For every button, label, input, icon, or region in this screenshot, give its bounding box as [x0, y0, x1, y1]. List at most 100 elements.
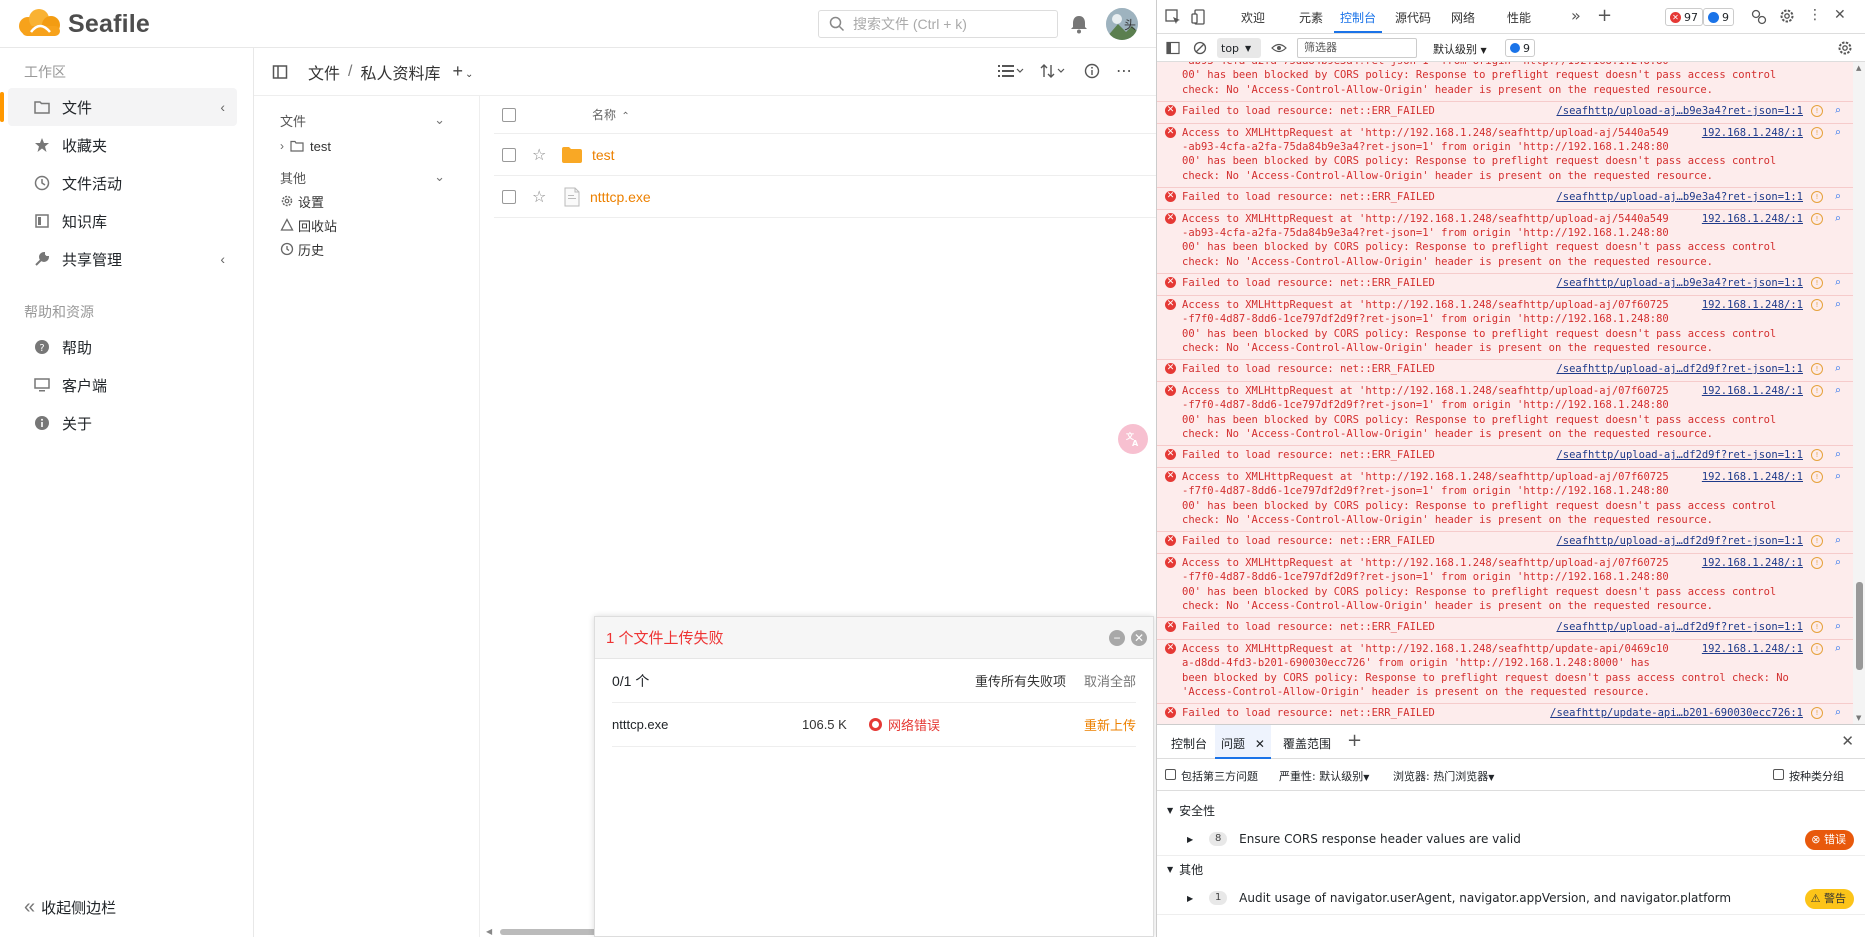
- ai-explain-icon[interactable]: !: [1811, 470, 1823, 483]
- log-level-select[interactable]: 默认级别 ▼: [1433, 41, 1487, 57]
- source-link[interactable]: /seafhttp/upload-aj…df2d9f?ret-json=1:1: [1556, 534, 1803, 548]
- add-drawer-tab-icon[interactable]: +: [1347, 730, 1362, 751]
- search-icon[interactable]: ⌕: [1834, 384, 1841, 398]
- ai-explain-icon[interactable]: !: [1811, 126, 1823, 139]
- scroll-down-arrow-icon[interactable]: ▼: [1856, 714, 1861, 722]
- search-icon[interactable]: ⌕: [1834, 126, 1841, 140]
- row-checkbox[interactable]: [502, 189, 516, 204]
- ai-explain-icon[interactable]: !: [1811, 642, 1823, 655]
- search-icon[interactable]: ⌕: [1834, 556, 1841, 570]
- seafile-logo[interactable]: Seafile: [14, 8, 150, 40]
- third-party-checkbox[interactable]: [1165, 769, 1176, 780]
- info-circle-icon[interactable]: [1084, 63, 1100, 79]
- tree-item-settings[interactable]: 设置: [254, 189, 479, 213]
- error-count-badge[interactable]: ✕ 97: [1665, 8, 1703, 26]
- sidebar-item-about[interactable]: 关于: [8, 404, 237, 442]
- search-icon[interactable]: ⌕: [1834, 104, 1841, 118]
- source-link[interactable]: 192.168.1.248/:1: [1702, 298, 1803, 312]
- search-icon[interactable]: ⌕: [1834, 706, 1841, 720]
- console-error-failed-load[interactable]: ✕ Failed to load resource: net::ERR_FAILE…: [1157, 532, 1853, 554]
- search-icon[interactable]: ⌕: [1834, 276, 1841, 290]
- tab-console[interactable]: 控制台: [1333, 9, 1383, 33]
- tab-welcome[interactable]: 欢迎: [1241, 9, 1265, 26]
- source-link[interactable]: /seafhttp/upload-aj…b9e3a4?ret-json=1:1: [1556, 276, 1803, 290]
- source-link[interactable]: 192.168.1.248/:1: [1702, 126, 1803, 140]
- close-icon[interactable]: ✕: [1131, 630, 1147, 646]
- ai-explain-icon[interactable]: !: [1811, 556, 1823, 569]
- scrollbar-thumb[interactable]: [500, 929, 600, 935]
- console-settings-icon[interactable]: [1837, 40, 1853, 56]
- source-link[interactable]: /seafhttp/upload-aj…b9e3a4?ret-json=1:1: [1556, 190, 1803, 204]
- source-link[interactable]: 192.168.1.248/:1: [1702, 556, 1803, 570]
- source-link[interactable]: /seafhttp/upload-aj…b9e3a4?ret-json=1:1: [1556, 104, 1803, 118]
- ai-explain-icon[interactable]: !: [1811, 105, 1823, 118]
- source-link[interactable]: 192.168.1.248/:1: [1702, 212, 1803, 226]
- drawer-tab-console[interactable]: 控制台: [1171, 735, 1207, 752]
- bell-icon[interactable]: [1068, 13, 1090, 35]
- minimize-icon[interactable]: −: [1109, 630, 1125, 646]
- console-error-failed-load[interactable]: ✕ Failed to load resource: net::ERR_FAILE…: [1157, 102, 1853, 124]
- close-drawer-icon[interactable]: ✕: [1841, 732, 1854, 750]
- sidebar-item-clients[interactable]: 客户端: [8, 366, 237, 404]
- more-icon[interactable]: ⋯: [1116, 61, 1133, 81]
- console-error-cors[interactable]: ✕ Access to XMLHttpRequest at 'http://192…: [1157, 123, 1853, 189]
- issues-badge[interactable]: 9: [1505, 39, 1535, 57]
- tree-item-trash[interactable]: 回收站: [254, 213, 479, 237]
- console-error-failed-load[interactable]: ✕ Failed to load resource: net::ERR_FAILE…: [1157, 274, 1853, 296]
- source-link[interactable]: 192.168.1.248/:1: [1702, 642, 1803, 656]
- search-icon[interactable]: ⌕: [1834, 362, 1841, 376]
- vertical-scrollbar[interactable]: ▲ ▼: [1853, 62, 1865, 724]
- file-name[interactable]: test: [592, 147, 615, 163]
- sidebar-item-favorites[interactable]: 收藏夹: [8, 126, 237, 164]
- search-icon[interactable]: ⌕: [1834, 212, 1841, 226]
- console-error-cors[interactable]: ✕ Access to XMLHttpRequest at 'http://192…: [1157, 639, 1853, 705]
- row-checkbox[interactable]: [502, 147, 516, 162]
- drawer-tab-coverage[interactable]: 覆盖范围: [1283, 735, 1331, 752]
- console-error-failed-load[interactable]: ✕ Failed to load resource: net::ERR_FAILE…: [1157, 360, 1853, 382]
- source-link[interactable]: /seafhttp/upload-aj…df2d9f?ret-json=1:1: [1556, 448, 1803, 462]
- source-link[interactable]: 192.168.1.248/:1: [1702, 470, 1803, 484]
- search-icon[interactable]: ⌕: [1834, 448, 1841, 462]
- inspect-icon[interactable]: [1165, 9, 1181, 25]
- tree-folder-test[interactable]: › test: [254, 132, 479, 160]
- source-link[interactable]: /seafhttp/update-api…b201-690030ecc726:1: [1550, 706, 1803, 720]
- reupload-button[interactable]: 重新上传: [1084, 715, 1136, 734]
- search-icon[interactable]: ⌕: [1834, 470, 1841, 484]
- group-by-kind-checkbox[interactable]: [1773, 769, 1784, 780]
- list-view-icon[interactable]: [998, 63, 1024, 79]
- breadcrumb-library[interactable]: 私人资料库: [360, 60, 440, 84]
- gear-icon[interactable]: [1779, 8, 1795, 24]
- console-error-cors[interactable]: -ab93-4cfa-a2fa-75da84b9e3a4?ret-json=1'…: [1157, 62, 1853, 103]
- more-tabs-icon[interactable]: »: [1571, 6, 1581, 25]
- breadcrumb-root[interactable]: 文件: [308, 60, 340, 84]
- close-tab-icon[interactable]: ✕: [1255, 737, 1265, 751]
- sidebar-item-files[interactable]: 文件 ‹: [0, 88, 237, 126]
- add-tab-icon[interactable]: +: [1597, 5, 1612, 26]
- sort-icon[interactable]: [1040, 63, 1066, 79]
- select-all-checkbox[interactable]: [502, 107, 516, 122]
- tree-files-heading[interactable]: 文件 ⌄: [254, 108, 479, 132]
- ai-explain-icon[interactable]: !: [1811, 277, 1823, 290]
- tab-network[interactable]: 网络: [1451, 9, 1475, 26]
- ai-explain-icon[interactable]: !: [1811, 449, 1823, 462]
- chevron-left-icon[interactable]: ‹: [220, 99, 225, 115]
- drawer-tab-issues[interactable]: 问题 ✕: [1215, 725, 1271, 759]
- issue-category-security[interactable]: ▼ 安全性: [1157, 797, 1865, 823]
- clear-console-icon[interactable]: [1193, 41, 1207, 55]
- connect-icon[interactable]: [1751, 9, 1767, 25]
- ai-explain-icon[interactable]: !: [1811, 212, 1823, 225]
- search-icon[interactable]: ⌕: [1834, 298, 1841, 312]
- browser-select[interactable]: 浏览器: 热门浏览器▼: [1393, 768, 1494, 784]
- console-error-cors[interactable]: ✕ Access to XMLHttpRequest at 'http://192…: [1157, 553, 1853, 619]
- issue-row[interactable]: ▶ 1 Audit usage of navigator.userAgent, …: [1157, 882, 1865, 915]
- source-link[interactable]: /seafhttp/upload-aj…df2d9f?ret-json=1:1: [1556, 620, 1803, 634]
- sidebar-item-help[interactable]: ? 帮助: [8, 328, 237, 366]
- cancel-all-button[interactable]: 取消全部: [1084, 671, 1136, 690]
- kebab-menu-icon[interactable]: ⋮: [1808, 7, 1822, 23]
- tree-other-heading[interactable]: 其他 ⌄: [254, 165, 479, 189]
- ai-explain-icon[interactable]: !: [1811, 707, 1823, 720]
- ai-explain-icon[interactable]: !: [1811, 621, 1823, 634]
- star-outline-icon[interactable]: ☆: [532, 187, 550, 207]
- console-error-failed-load[interactable]: ✕ Failed to load resource: net::ERR_FAILE…: [1157, 188, 1853, 210]
- scroll-up-arrow-icon[interactable]: ▲: [1856, 64, 1861, 72]
